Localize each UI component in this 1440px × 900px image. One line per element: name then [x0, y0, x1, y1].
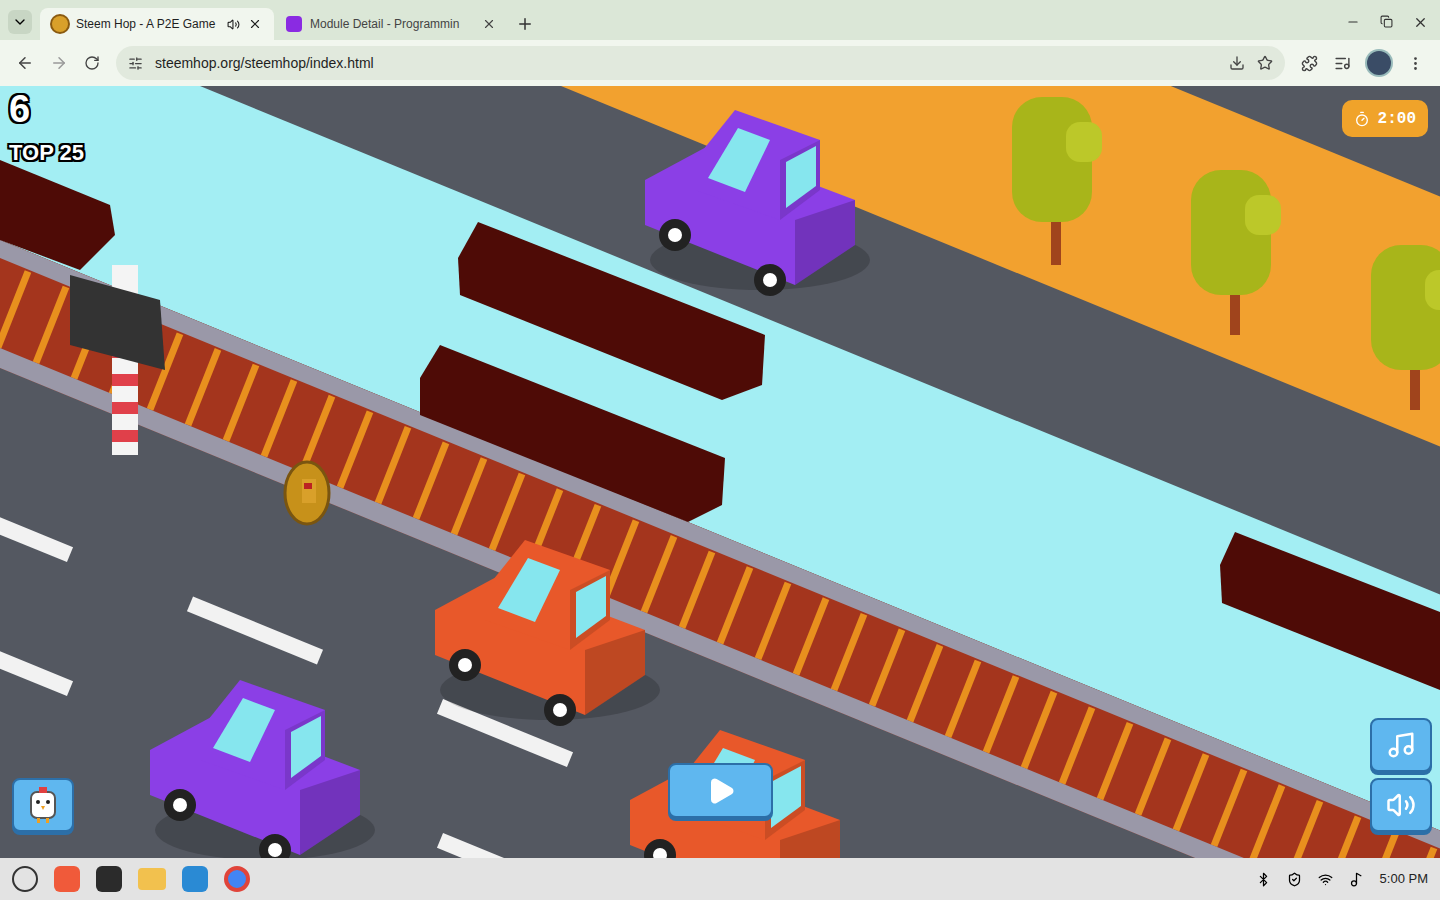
game-scene[interactable] [0, 86, 1440, 858]
reload-icon[interactable] [84, 55, 100, 71]
screen: Steem Hop - A P2E Game Module Detail - Pr… [0, 0, 1440, 900]
river [0, 86, 1440, 830]
avatar-icon[interactable] [1367, 51, 1391, 75]
bluetooth-icon[interactable] [1256, 872, 1271, 887]
bookmark-icon[interactable] [1257, 55, 1273, 71]
vscode-icon[interactable] [182, 866, 208, 892]
car [150, 680, 375, 858]
chicken-icon [26, 786, 60, 824]
terminal-icon[interactable] [96, 866, 122, 892]
sound-button[interactable] [1370, 778, 1432, 832]
play-button[interactable] [668, 763, 773, 818]
close-tab-icon[interactable] [248, 17, 262, 31]
close-window-icon[interactable] [1413, 15, 1428, 30]
toolbar: steemhop.org/steemhop/index.html [0, 40, 1440, 86]
railway-signal [70, 265, 165, 455]
tree [1191, 170, 1281, 335]
sound-on-icon [1386, 790, 1416, 820]
wifi-icon[interactable] [1318, 872, 1333, 887]
install-icon[interactable] [1229, 55, 1245, 71]
play-icon [706, 776, 736, 806]
car [630, 730, 855, 858]
log [420, 345, 725, 522]
media-icon[interactable] [1334, 55, 1351, 72]
steemhop-favicon-icon [52, 16, 68, 32]
sound-tray-icon[interactable] [1349, 872, 1364, 887]
coin [285, 462, 329, 524]
menu-logo-icon[interactable] [12, 866, 38, 892]
clock[interactable]: 5:00 PM [1380, 869, 1428, 889]
rank: TOP 25 [9, 142, 84, 164]
tab-title: Steem Hop - A P2E Game [76, 15, 219, 33]
timer: 2:00 [1342, 100, 1428, 137]
car [645, 110, 870, 296]
log [0, 160, 115, 270]
app-icon[interactable] [54, 866, 80, 892]
url-text: steemhop.org/steemhop/index.html [155, 53, 1217, 74]
character-button[interactable] [12, 778, 74, 832]
tab-strip: Steem Hop - A P2E Game Module Detail - Pr… [0, 0, 1440, 40]
game-area: 6 TOP 25 2:00 [0, 86, 1440, 858]
module-favicon-icon [286, 16, 302, 32]
forward-icon[interactable] [50, 54, 68, 72]
tree [1012, 97, 1102, 265]
chrome-icon[interactable] [224, 866, 250, 892]
tab-search-button[interactable] [8, 10, 32, 34]
close-tab-icon[interactable] [482, 17, 496, 31]
score: 6 [9, 90, 30, 128]
address-bar[interactable]: steemhop.org/steemhop/index.html [116, 46, 1285, 80]
timer-icon [1354, 111, 1370, 127]
back-icon[interactable] [16, 54, 34, 72]
folder-icon[interactable] [138, 868, 166, 890]
site-info-icon[interactable] [128, 56, 143, 71]
taskbar: 5:00 PM [0, 858, 1440, 900]
restore-icon[interactable] [1380, 15, 1393, 28]
browser-tab[interactable]: Steem Hop - A P2E Game [40, 8, 274, 40]
minimize-icon[interactable] [1346, 15, 1360, 29]
audio-icon[interactable] [227, 18, 240, 31]
browser-tab[interactable]: Module Detail - Programmin [274, 8, 508, 40]
log [1220, 532, 1440, 690]
tab-title: Module Detail - Programmin [310, 15, 474, 33]
menu-icon[interactable] [1407, 55, 1424, 72]
chevron-icon [12, 14, 28, 30]
car [435, 540, 660, 726]
shield-icon[interactable] [1287, 872, 1302, 887]
music-icon [1386, 730, 1416, 760]
music-button[interactable] [1370, 718, 1432, 772]
tree [1371, 245, 1440, 410]
new-tab-icon[interactable] [516, 15, 534, 33]
window-controls [1346, 15, 1428, 30]
extensions-icon[interactable] [1301, 55, 1318, 72]
